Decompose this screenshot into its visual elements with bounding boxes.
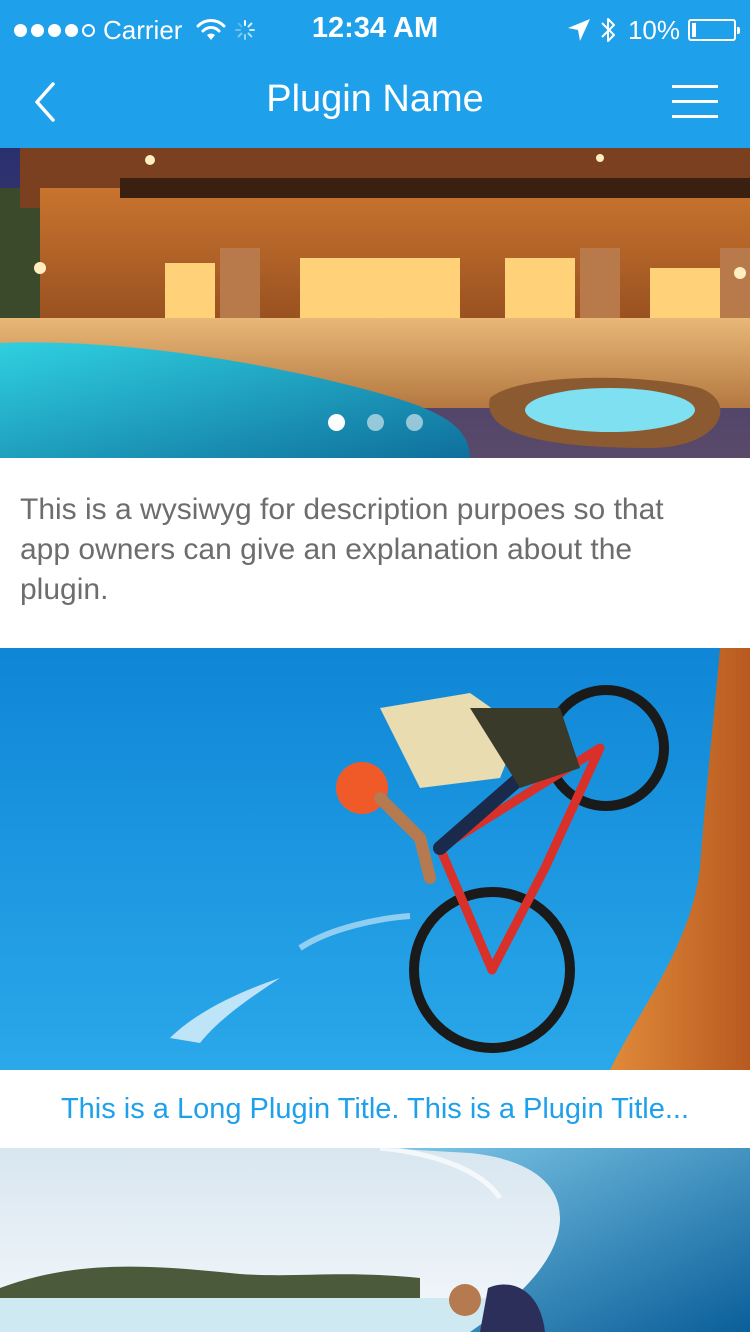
surfing-wave-image — [0, 1148, 750, 1332]
list-item-image[interactable] — [0, 648, 750, 1070]
page-title: Plugin Name — [266, 78, 484, 120]
battery-level — [692, 23, 696, 37]
list-item-image[interactable] — [0, 1148, 750, 1332]
carousel-indicator[interactable] — [0, 414, 750, 431]
status-right: 10% — [566, 12, 740, 48]
battery-nub — [737, 27, 740, 34]
hero-image-villa-pool — [0, 148, 750, 458]
hamburger-menu-icon-line — [672, 115, 718, 118]
hamburger-menu-icon — [672, 85, 718, 88]
carousel-dot[interactable] — [366, 414, 384, 431]
carousel-dot[interactable] — [327, 414, 345, 431]
hero-carousel[interactable] — [0, 148, 750, 458]
plugin-item-title[interactable]: This is a Long Plugin Title. This is a P… — [0, 1070, 750, 1148]
status-bar: Carrier 12:34 AM 10% — [0, 0, 750, 60]
bluetooth-icon — [601, 18, 615, 42]
navigation-bar: Plugin Name — [0, 60, 750, 148]
hamburger-menu-icon-line — [672, 100, 718, 103]
mountain-bike-image — [0, 648, 750, 1070]
battery-icon — [688, 19, 740, 41]
battery-percentage: 10% — [627, 14, 680, 45]
menu-button[interactable] — [672, 82, 724, 122]
plugin-description: This is a wysiwyg for description purpoe… — [20, 493, 664, 606]
location-arrow-icon — [567, 19, 590, 41]
carousel-dot[interactable] — [405, 414, 423, 431]
